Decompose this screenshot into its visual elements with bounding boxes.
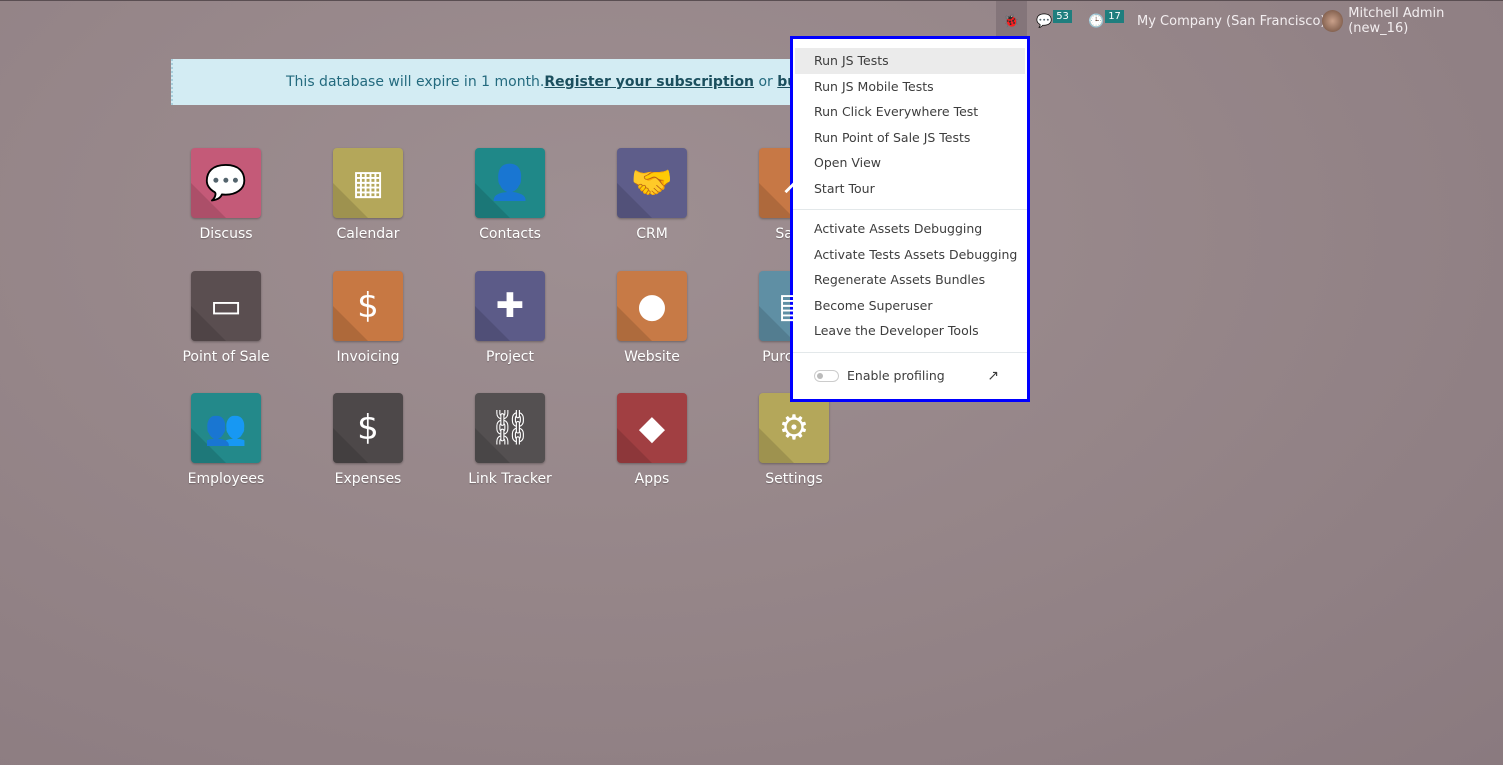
messages-button[interactable]: 💬 53 [1036,1,1072,41]
invoice-icon: $ [357,285,379,326]
credit-card-icon: ▤ [777,285,811,326]
menu-item-activate-assets-debugging[interactable]: Activate Assets Debugging [793,216,1027,242]
messages-badge: 53 [1053,9,1072,23]
menu-item-become-superuser[interactable]: Become Superuser [793,293,1027,319]
app-label: Contacts [479,226,541,242]
app-calendar[interactable]: ▦ Calendar [308,148,428,242]
app-label: Employees [187,471,265,487]
clock-icon: 🕒 [1088,13,1105,29]
bug-icon: 🐞 [1003,13,1020,29]
menu-item-run-click-everywhere-test[interactable]: Run Click Everywhere Test [793,99,1027,125]
cubes-icon: ◆ [638,408,666,448]
handshake-icon: 🤝 [630,163,674,203]
avatar [1322,10,1344,32]
activities-badge: 17 [1105,9,1124,23]
chart-icon: ↗ [779,163,809,203]
app-settings[interactable]: ⚙ Settings [734,393,854,487]
menu-item-leave-the-developer-tools[interactable]: Leave the Developer Tools [793,318,1027,344]
profiling-label: Enable profiling [847,368,945,383]
banner-text: This database will expire in 1 month. [286,74,545,90]
user-dollar-icon: $ [357,408,379,448]
app-label: Apps [634,471,670,487]
app-crm[interactable]: 🤝 CRM [592,148,712,242]
app-label: Link Tracker [468,471,552,487]
store-icon: ▭ [209,285,243,326]
divider [793,351,1027,353]
chat-icon: 💬 [1036,13,1053,29]
app-apps[interactable]: ◆ Apps [592,393,712,487]
menu-item-open-view[interactable]: Open View [793,150,1027,176]
debug-dropdown-menu: Run JS Tests Run JS Mobile Tests Run Click… [790,36,1030,402]
app-contacts[interactable]: 👤 Contacts [450,148,570,242]
app-project[interactable]: ✚ Project [450,270,570,365]
app-label: Settings [765,471,823,487]
top-navbar: 🐞 💬 53 🕒 17 My Company (San Francisco) Mit… [0,0,1503,41]
app-label: Invoicing [336,348,400,365]
app-label: Discuss [199,226,253,242]
app-label: Calendar [336,226,400,242]
app-point-of-sale[interactable]: ▭ Point of Sale [166,270,286,365]
puzzle-icon: ✚ [495,285,525,326]
menu-item-run-js-tests[interactable]: Run JS Tests [795,48,1025,74]
app-website[interactable]: ● Website [592,270,712,365]
profiling-toggle[interactable] [814,369,839,382]
external-link-icon[interactable]: ↗ [987,368,999,384]
app-label: Point of Sale [182,348,270,365]
app-label: Website [624,348,680,365]
company-switcher[interactable]: My Company (San Francisco) [1137,1,1325,41]
divider [793,209,1027,210]
app-link-tracker[interactable]: ⛓ Link Tracker [450,393,570,487]
menu-item-activate-tests-assets-debugging[interactable]: Activate Tests Assets Debugging [793,242,1027,268]
users-icon: 👥 [204,408,248,448]
chat-bubble-icon: 💬 [204,163,248,203]
banner-or: or [754,74,778,90]
user-name: Mitchell Admin (new_16) [1348,6,1445,36]
app-label: Expenses [334,471,402,487]
app-invoicing[interactable]: $ Invoicing [308,270,428,365]
app-label: Project [486,348,534,365]
gear-icon: ⚙ [778,408,810,448]
calendar-icon: ▦ [351,163,385,203]
menu-item-start-tour[interactable]: Start Tour [793,176,1027,202]
profiling-row: Enable profiling ↗ [793,359,1027,393]
app-employees[interactable]: 👥 Employees [166,393,286,487]
user-menu[interactable]: Mitchell Admin (new_16) [1322,1,1503,41]
app-discuss[interactable]: 💬 Discuss [166,148,286,242]
app-label: CRM [636,226,668,242]
menu-item-run-point-of-sale-js-tests[interactable]: Run Point of Sale JS Tests [793,125,1027,151]
menu-item-run-js-mobile-tests[interactable]: Run JS Mobile Tests [793,74,1027,100]
activities-button[interactable]: 🕒 17 [1088,1,1124,41]
debug-menu-button[interactable]: 🐞 [996,1,1027,41]
app-expenses[interactable]: $ Expenses [308,393,428,487]
expiration-banner: This database will expire in 1 month. Re… [171,59,811,105]
link-icon: ⛓ [488,408,532,448]
globe-icon: ● [637,285,667,326]
address-book-icon: 👤 [488,163,532,203]
menu-item-regenerate-assets-bundles[interactable]: Regenerate Assets Bundles [793,267,1027,293]
register-subscription-link[interactable]: Register your subscription [544,74,754,90]
